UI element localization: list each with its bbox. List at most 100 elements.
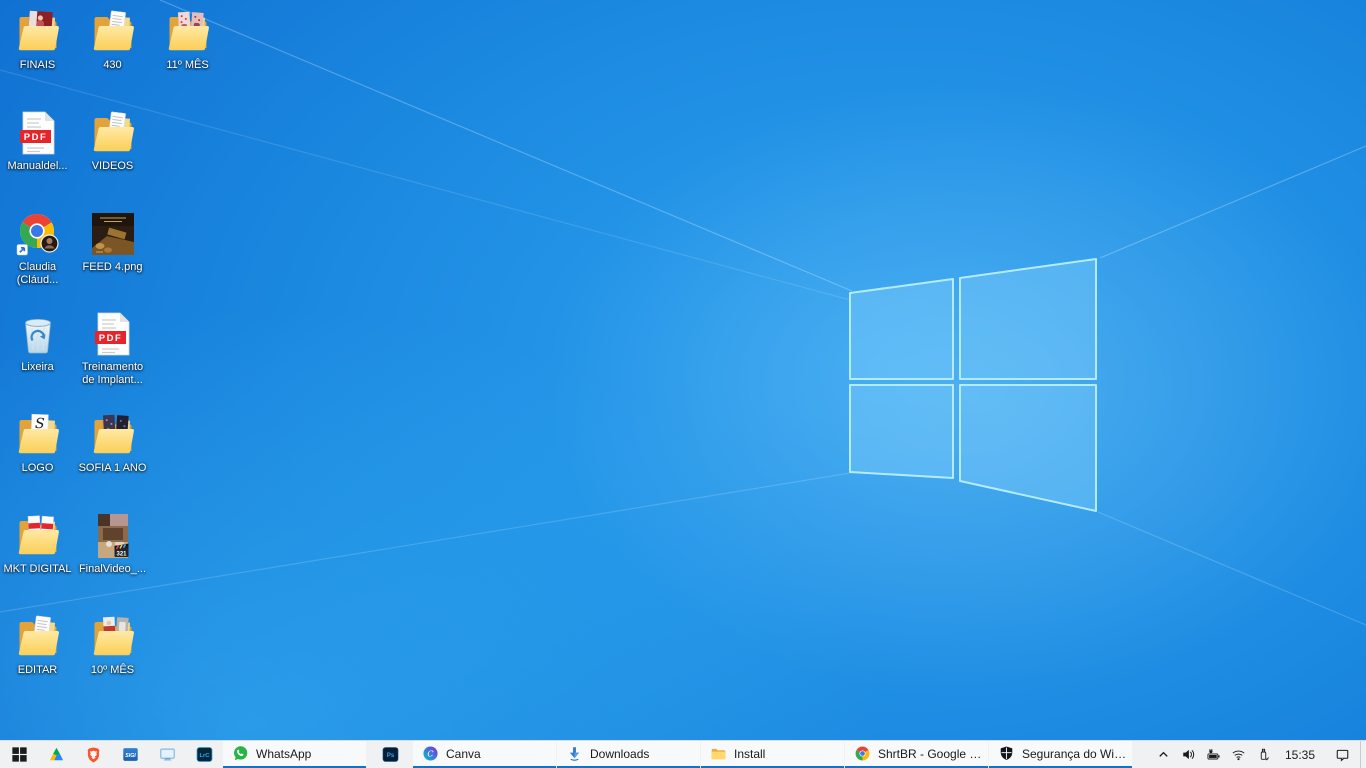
taskbar-button-downloads[interactable]: Downloads xyxy=(557,741,700,768)
folder-icon xyxy=(89,109,137,157)
video-thumbnail: 321 xyxy=(89,512,137,560)
folder-icon xyxy=(89,613,137,661)
wallpaper-windows-logo xyxy=(0,0,1366,740)
desktop-icon-treinamento-pdf[interactable]: PDF Treinamento de Implant... xyxy=(75,310,150,406)
lightroom-classic-icon: LrC xyxy=(196,746,213,763)
taskbar-pinned-photoshop[interactable]: Ps xyxy=(367,741,413,768)
taskbar-button-downloads-label: Downloads xyxy=(590,747,649,761)
svg-text:Ps: Ps xyxy=(386,753,394,759)
windows-logo-panes xyxy=(850,259,1096,511)
taskbar-pinned-sigi[interactable]: SIGI xyxy=(112,741,149,768)
desktop-icon-label: FINAIS xyxy=(0,59,80,72)
google-drive-icon xyxy=(48,746,65,763)
taskbar-button-whatsapp[interactable]: WhatsApp xyxy=(223,741,366,768)
pdf-icon: PDF xyxy=(89,310,137,358)
svg-text:PDF: PDF xyxy=(23,132,47,143)
desktop-icon-10-mes[interactable]: 10º MÊS xyxy=(75,613,150,709)
folder-icon xyxy=(710,745,727,762)
desktop-icon-videos[interactable]: VIDEOS xyxy=(75,109,150,205)
desktop-icon-label: Lixeira xyxy=(0,361,80,374)
whatsapp-icon xyxy=(232,745,249,762)
chrome-profile-icon xyxy=(14,210,62,258)
taskbar-button-install-label: Install xyxy=(734,747,765,761)
desktop-icon-sofia-1-ano[interactable]: SOFIA 1 ANO xyxy=(75,411,150,507)
taskbar-pinned-google-drive[interactable] xyxy=(38,741,75,768)
folder-icon xyxy=(89,411,137,459)
sigi-icon: SIGI xyxy=(122,746,139,763)
windows-logo-icon xyxy=(11,746,28,763)
folder-icon xyxy=(164,8,212,56)
svg-text:SIGI: SIGI xyxy=(125,753,136,759)
taskbar-button-chrome[interactable]: ShrtBR - Google Ch... xyxy=(845,741,988,768)
taskbar: SIGI LrC WhatsApp Ps C Canva Downloads In… xyxy=(0,740,1366,768)
tray-usb[interactable] xyxy=(1251,741,1276,768)
tray-volume[interactable] xyxy=(1176,741,1201,768)
svg-text:C: C xyxy=(427,749,434,758)
taskbar-button-whatsapp-label: WhatsApp xyxy=(256,747,311,761)
folder-icon xyxy=(14,8,62,56)
tray-hidden-icons[interactable] xyxy=(1151,741,1176,768)
start-button[interactable] xyxy=(0,741,38,768)
pdf-icon: PDF xyxy=(14,109,62,157)
taskbar-button-canva-label: Canva xyxy=(446,747,481,761)
desktop-icon-label: 11º MÊS xyxy=(145,59,230,72)
desktop-icon-label: 430 xyxy=(70,59,155,72)
folder-icon xyxy=(14,613,62,661)
action-center-button[interactable] xyxy=(1324,741,1360,768)
folder-icon xyxy=(89,8,137,56)
desktop: FINAIS 430 11º MÊS PDF Manualdel... VIDE… xyxy=(0,0,1366,740)
system-tray: 15:35 xyxy=(1151,741,1366,768)
folder-icon: S xyxy=(14,411,62,459)
taskbar-button-windows-security-label: Segurança do Wind... xyxy=(1022,747,1132,761)
desktop-icon-mkt-digital[interactable]: MKT DIGITAL xyxy=(0,512,75,608)
taskbar-buttons: SIGI LrC WhatsApp Ps C Canva Downloads In… xyxy=(0,741,1133,768)
desktop-icon-label: LOGO xyxy=(0,462,80,475)
taskbar-pinned-lightroom-classic[interactable]: LrC xyxy=(186,741,223,768)
taskbar-pinned-pc[interactable] xyxy=(149,741,186,768)
taskbar-button-windows-security[interactable]: Segurança do Wind... xyxy=(989,741,1132,768)
desktop-icon-label: 10º MÊS xyxy=(70,664,155,677)
desktop-icon-label: FinalVideo_... xyxy=(70,563,155,576)
downloads-arrow-icon xyxy=(566,745,583,762)
desktop-icon-label: VIDEOS xyxy=(70,160,155,173)
show-desktop-button[interactable] xyxy=(1360,741,1366,768)
svg-text:321: 321 xyxy=(116,552,127,558)
photoshop-icon: Ps xyxy=(382,746,399,763)
notification-icon xyxy=(1335,747,1350,762)
chevron-up-icon xyxy=(1156,747,1171,762)
taskbar-button-chrome-label: ShrtBR - Google Ch... xyxy=(878,747,988,761)
desktop-icon-feed-4-png[interactable]: FEED 4.png xyxy=(75,210,150,306)
tray-wifi[interactable] xyxy=(1226,741,1251,768)
taskbar-button-canva[interactable]: C Canva xyxy=(413,741,556,768)
speaker-icon xyxy=(1181,747,1196,762)
desktop-icon-label: EDITAR xyxy=(0,664,80,677)
desktop-icon-logo[interactable]: S LOGO xyxy=(0,411,75,507)
clock[interactable]: 15:35 xyxy=(1276,741,1324,768)
desktop-icon-label: Treinamento de Implant... xyxy=(70,361,155,387)
tray-icons xyxy=(1151,741,1276,768)
taskbar-button-install[interactable]: Install xyxy=(701,741,844,768)
desktop-icon-label: SOFIA 1 ANO xyxy=(70,462,155,475)
folder-icon xyxy=(14,512,62,560)
desktop-icon-lixeira[interactable]: Lixeira xyxy=(0,310,75,406)
tray-battery[interactable] xyxy=(1201,741,1226,768)
recycle-bin-icon xyxy=(14,310,62,358)
svg-text:PDF: PDF xyxy=(98,333,122,344)
svg-text:LrC: LrC xyxy=(200,753,210,759)
desktop-icon-manualdel-pdf[interactable]: PDF Manualdel... xyxy=(0,109,75,205)
wifi-icon xyxy=(1231,747,1246,762)
desktop-icon-label: MKT DIGITAL xyxy=(0,563,80,576)
desktop-icon-claudia-chrome-profile[interactable]: Claudia (Cláud... xyxy=(0,210,75,306)
desktop-icon-editar[interactable]: EDITAR xyxy=(0,613,75,709)
usb-safely-remove-icon xyxy=(1256,747,1271,762)
chrome-icon xyxy=(854,745,871,762)
desktop-icon-finalvideo[interactable]: 321FinalVideo_... xyxy=(75,512,150,608)
desktop-icon-label: Claudia (Cláud... xyxy=(0,261,80,287)
desktop-icon-430[interactable]: 430 xyxy=(75,8,150,104)
desktop-icon-finais[interactable]: FINAIS xyxy=(0,8,75,104)
wallpaper-glow xyxy=(545,80,1366,700)
brave-icon xyxy=(85,746,102,763)
taskbar-pinned-brave[interactable] xyxy=(75,741,112,768)
desktop-icon-11-mes[interactable]: 11º MÊS xyxy=(150,8,225,104)
battery-charging-icon xyxy=(1206,747,1221,762)
